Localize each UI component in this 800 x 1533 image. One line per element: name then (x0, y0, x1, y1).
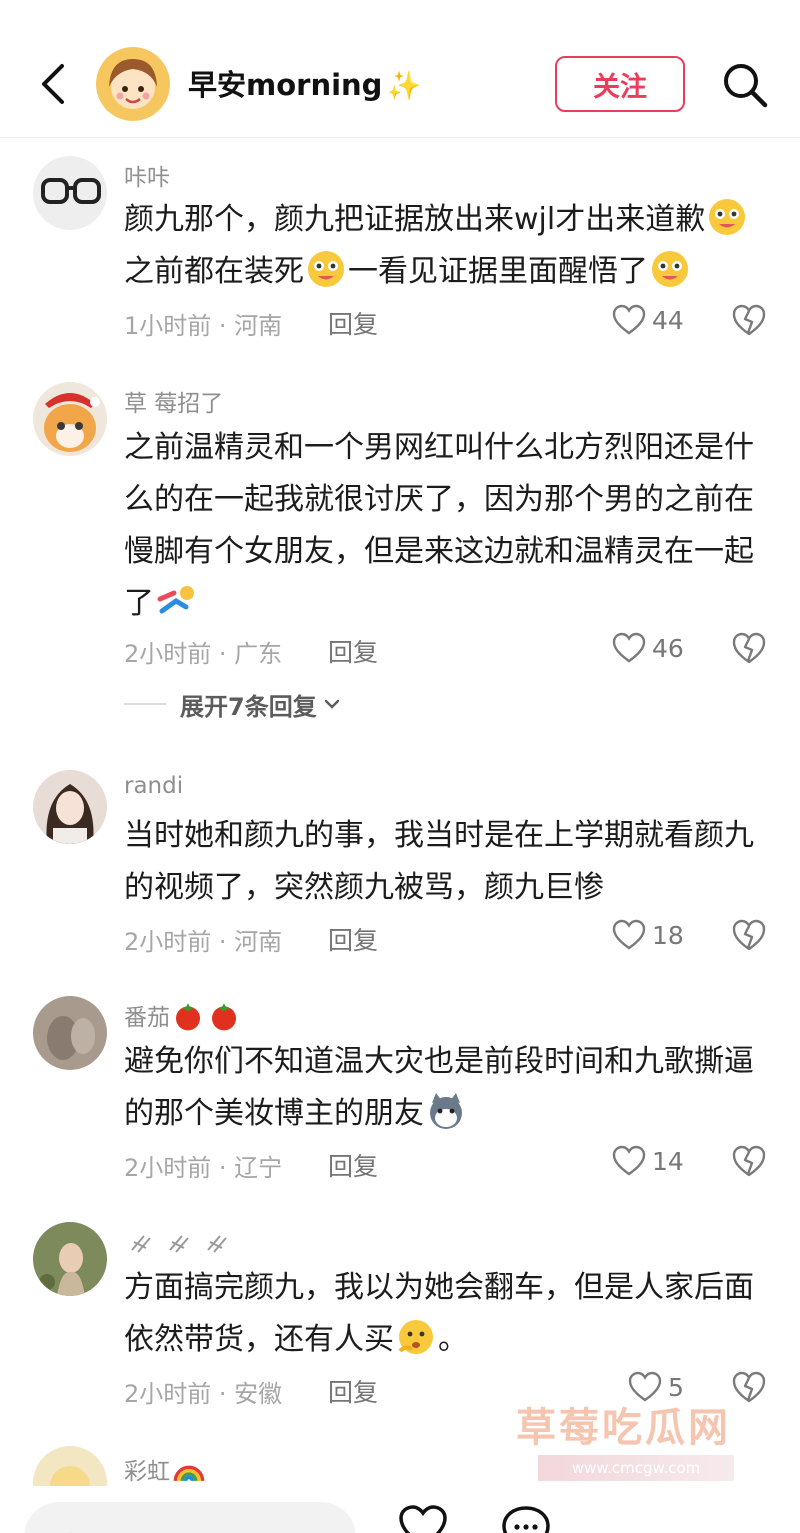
comment-time-location: 1小时前 · 河南 (124, 312, 283, 340)
grin-emoji-icon (652, 251, 688, 287)
back-arrow-icon[interactable] (34, 60, 74, 108)
profile-avatar[interactable] (96, 47, 170, 121)
bottom-bar: 含说点什么 (0, 1486, 800, 1533)
broken-heart-icon[interactable] (731, 918, 767, 952)
diving-emoji-icon (157, 586, 194, 614)
watermark-title: 草莓吃瓜网 (516, 1405, 731, 1451)
commenter-name-text: 番茄 (124, 1005, 170, 1031)
heart-outline-icon (612, 632, 646, 663)
commenter-avatar[interactable] (33, 996, 107, 1070)
broken-heart-icon[interactable] (731, 303, 767, 337)
like-count: 46 (652, 633, 684, 663)
commenter-avatar[interactable] (33, 1222, 107, 1296)
reply-button[interactable]: 回复 (328, 921, 378, 957)
comment-text-content: 之前温精灵和一个男网红叫什么北方烈阳还是什么的在一起我就很讨厌了，因为那个男的之… (124, 430, 754, 621)
tomato-emoji-icon (212, 1003, 236, 1031)
heart-outline-icon (612, 1145, 646, 1176)
reply-button[interactable]: 回复 (328, 1373, 378, 1409)
comment-text-part: 一看见证据里面醒悟了 (348, 254, 648, 289)
commenter-name (124, 1222, 234, 1264)
commenter-name: 咔咔 (124, 165, 170, 191)
comment-time-location: 2小时前 · 辽宁 (124, 1154, 283, 1182)
top-bar: 早安morning ✨ 关注 (0, 0, 800, 138)
commenter-name-text: 彩虹 (124, 1459, 170, 1485)
comment-icon[interactable] (500, 1504, 552, 1533)
reply-button[interactable]: 回复 (328, 305, 378, 341)
like-button[interactable]: 18 (612, 917, 684, 953)
expand-replies-button[interactable]: 展开7条回复 (124, 686, 341, 722)
heart-icon[interactable] (398, 1504, 448, 1533)
commenter-name: 草 莓招了 (124, 391, 224, 417)
comment-text-part: 颜九那个，颜九把证据放出来wjl才出来道歉 (124, 202, 706, 237)
reply-button[interactable]: 回复 (328, 1147, 378, 1183)
commenter-avatar[interactable] (33, 770, 107, 844)
heart-outline-icon (612, 304, 646, 335)
broken-heart-icon[interactable] (731, 1144, 767, 1178)
sparkle-emoji: ✨ (386, 69, 422, 102)
comment-text: 方面搞完颜九，我以为她会翻车，但是人家后面依然带货，还有人买。 (124, 1262, 764, 1366)
tomato-emoji-icon (176, 1003, 200, 1031)
username-text: 早安morning (188, 68, 383, 102)
commenter-name: randi (124, 773, 184, 799)
grin-emoji-icon (709, 199, 746, 235)
sparkle-strand-icon (131, 1235, 227, 1253)
follow-button[interactable]: 关注 (555, 56, 685, 112)
watermark-url: www.cmcgw.com (538, 1455, 734, 1481)
like-button[interactable]: 44 (612, 302, 684, 338)
husky-emoji-icon (430, 1093, 462, 1129)
broken-heart-icon[interactable] (731, 631, 767, 665)
like-count: 18 (652, 920, 684, 950)
comment-text: 避免你们不知道温大灾也是前段时间和九歌撕逼的那个美妆博主的朋友 (124, 1036, 764, 1140)
comment-time-location: 2小时前 · 广东 (124, 640, 283, 668)
comment-text-part: 之前都在装死 (124, 254, 304, 289)
like-button[interactable]: 46 (612, 630, 684, 666)
like-count: 44 (652, 305, 684, 335)
heart-outline-icon (612, 919, 646, 950)
like-count: 14 (652, 1146, 684, 1176)
broken-heart-icon[interactable] (731, 1370, 767, 1404)
commenter-avatar[interactable] (33, 156, 107, 230)
comment-text: 之前温精灵和一个男网红叫什么北方烈阳还是什么的在一起我就很讨厌了，因为那个男的之… (124, 422, 764, 630)
commenter-name: 彩虹 (124, 1452, 208, 1486)
profile-username: 早安morning ✨ (188, 62, 421, 104)
commenter-avatar[interactable] (33, 382, 107, 456)
like-button[interactable]: 14 (612, 1143, 684, 1179)
thinking-face-emoji-icon (398, 1320, 433, 1354)
search-icon[interactable] (720, 60, 770, 110)
chevron-down-icon (324, 699, 339, 709)
expand-replies-label: 展开7条回复 (180, 692, 317, 721)
comment-time-location: 2小时前 · 安徽 (124, 1380, 283, 1408)
comment-text: 颜九那个，颜九把证据放出来wjl才出来道歉 之前都在装死 一看见证据里面醒悟了 (124, 194, 764, 298)
rainbow-emoji-icon (173, 1465, 205, 1482)
grin-emoji-icon (308, 251, 344, 287)
reply-button[interactable]: 回复 (328, 633, 378, 669)
comment-text: 当时她和颜九的事，我当时是在上学期就看颜九的视频了，突然颜九被骂，颜九巨惨 (124, 818, 754, 905)
comment-time-location: 2小时前 · 河南 (124, 928, 283, 956)
divider (124, 703, 166, 705)
comment-input[interactable]: 含说点什么 (24, 1502, 356, 1533)
comment-text-suffix: 。 (438, 1322, 468, 1357)
commenter-name: 番茄 (124, 998, 242, 1032)
